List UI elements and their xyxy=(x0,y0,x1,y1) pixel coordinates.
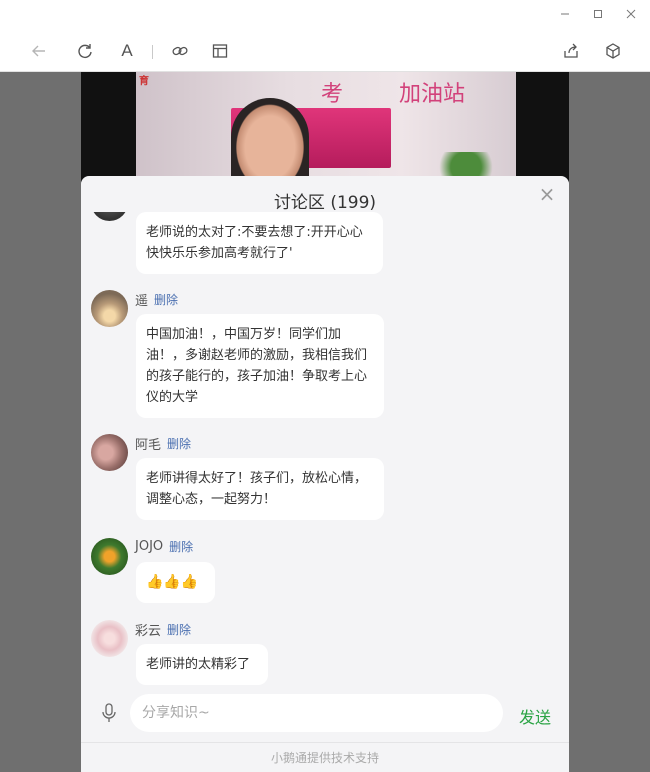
microphone-icon xyxy=(102,703,116,722)
message-author: 阿毛 删除 xyxy=(135,434,191,453)
live-video[interactable]: 育 考 加油站 xyxy=(81,72,569,182)
author-name: JOJO xyxy=(135,539,164,554)
close-icon xyxy=(626,9,636,19)
browser-toolbar: A xyxy=(0,28,650,72)
toolbar-divider xyxy=(152,45,153,59)
share-icon xyxy=(564,43,578,58)
window-button[interactable] xyxy=(209,40,231,62)
refresh-button[interactable] xyxy=(74,40,96,62)
send-button[interactable]: 发送 xyxy=(519,704,551,728)
avatar xyxy=(91,538,128,575)
video-logo: 育 xyxy=(139,76,149,87)
maximize-icon xyxy=(594,10,602,18)
refresh-icon xyxy=(78,44,92,58)
delete-link[interactable]: 删除 xyxy=(169,538,193,555)
voice-input-button[interactable] xyxy=(99,702,119,724)
share-input[interactable] xyxy=(130,694,503,732)
discussion-panel: 讨论区 (199) × 老师说的太对了:不要去想了:开开心心快快乐乐参加高考就行… xyxy=(81,176,569,772)
cube-icon xyxy=(606,43,620,59)
footer-credit: 小鹅通提供技术支持 xyxy=(81,742,569,772)
avatar xyxy=(91,290,128,327)
minimize-button[interactable] xyxy=(555,4,575,24)
delete-link[interactable]: 删除 xyxy=(154,291,178,308)
avatar xyxy=(91,434,128,471)
copy-link-button[interactable] xyxy=(169,40,191,62)
video-banner-text-a: 考 xyxy=(321,82,344,107)
delete-link[interactable]: 删除 xyxy=(167,435,191,452)
message-author: 彩云 删除 xyxy=(135,620,191,639)
message-bubble: 老师说的太对了:不要去想了:开开心心快快乐乐参加高考就行了' xyxy=(136,212,383,274)
composer: 发送 xyxy=(81,686,569,742)
speaker-figure xyxy=(231,98,309,182)
author-name: 遥 xyxy=(135,294,149,309)
message-bubble: 老师讲的太精彩了 xyxy=(136,644,268,685)
back-button[interactable] xyxy=(28,40,50,62)
message-author: 遥 删除 xyxy=(135,290,178,309)
message-bubble: 👍👍👍 xyxy=(136,562,215,603)
message-author: JOJO 删除 xyxy=(135,538,193,555)
discussion-title: 讨论区 (199) xyxy=(273,192,377,213)
share-button[interactable] xyxy=(560,40,582,62)
avatar xyxy=(91,620,128,657)
message-bubble: 老师讲得太好了！孩子们，放松心情，调整心态，一起努力！ xyxy=(136,458,384,520)
maximize-button[interactable] xyxy=(588,4,608,24)
font-size-icon: A xyxy=(121,41,133,60)
video-banner-text-b: 加油站 xyxy=(399,82,466,107)
close-window-button[interactable] xyxy=(621,4,641,24)
back-arrow-icon xyxy=(32,45,45,57)
author-name: 阿毛 xyxy=(135,438,162,453)
minimize-icon xyxy=(561,13,569,15)
window-icon xyxy=(212,44,228,58)
title-bar xyxy=(0,0,650,28)
message-list[interactable]: 老师说的太对了:不要去想了:开开心心快快乐乐参加高考就行了' 遥 删除 中国加油… xyxy=(81,212,569,686)
font-size-button[interactable]: A xyxy=(116,40,138,62)
author-name: 彩云 xyxy=(135,624,162,639)
avatar xyxy=(91,212,128,221)
cube-button[interactable] xyxy=(602,40,624,62)
delete-link[interactable]: 删除 xyxy=(167,621,191,638)
message-bubble: 中国加油！，中国万岁！同学们加油！，多谢赵老师的激励，我相信我们的孩子能行的，孩… xyxy=(136,314,384,418)
link-icon xyxy=(172,46,188,56)
close-discussion-button[interactable]: × xyxy=(537,184,557,204)
